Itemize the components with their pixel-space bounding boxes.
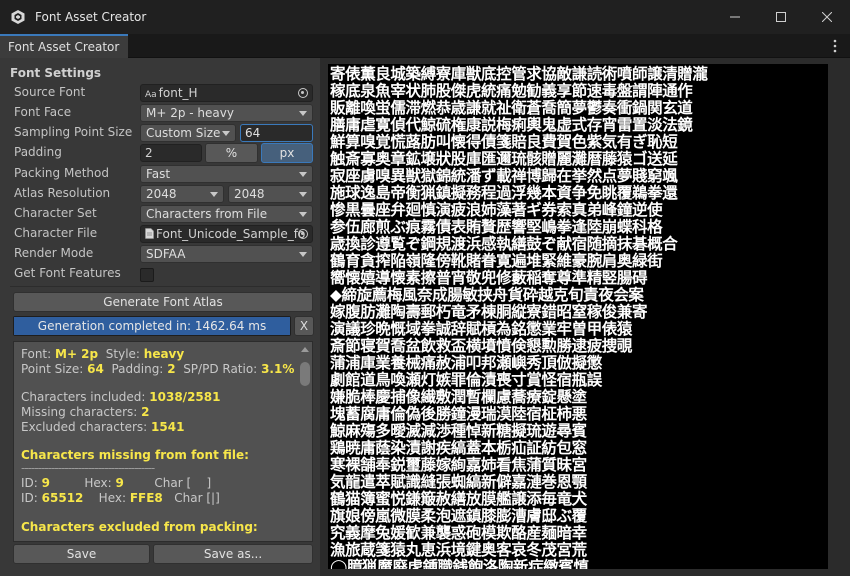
section-title: Font Settings [10,66,102,80]
close-button[interactable] [804,0,850,34]
row-character-file: Character File Font_Unicode_Sample_fo [0,224,320,244]
font-face-label: Font Face [14,105,72,119]
chevron-down-icon [299,192,307,197]
info-excluded-line: Excluded characters: 1541 [21,420,185,434]
scroll-up-icon[interactable] [301,347,309,352]
maximize-icon [776,12,786,22]
missing-row-1: ID: 9 Hex: 9 Char [ ] [21,476,212,490]
row-character-set: Character Set Characters from File [0,204,320,224]
padding-percent-button[interactable]: % [205,143,258,163]
generation-info-panel[interactable]: Font: M+ 2p Style: heavy Point Size: 64 … [13,341,313,542]
row-source-font: Source Font Aa font_H [0,83,320,103]
packing-method-value: Fast [146,167,171,181]
row-packing-method: Packing Method Fast [0,164,320,184]
window-title: Font Asset Creator [35,10,147,24]
chevron-down-icon [299,252,307,257]
maximize-button[interactable] [758,0,804,34]
unity-logo-icon [11,10,25,24]
excluded-header: Characters excluded from packing: [21,520,258,534]
info-size-line: Point Size: 64 Padding: 2 SP/PD Ratio: 3… [21,362,295,376]
character-set-value: Characters from File [146,207,268,221]
tab-font-asset-creator[interactable]: Font Asset Creator [0,34,128,58]
save-as-button[interactable]: Save as... [153,544,313,564]
missing-header: Characters missing from font file: [21,448,249,462]
padding-label: Padding [14,145,62,159]
character-file-value: Font_Unicode_Sample_fo [156,227,306,241]
chevron-down-icon [299,111,307,116]
clear-button[interactable]: X [294,316,314,336]
object-picker-icon[interactable] [298,229,308,239]
row-sampling-point-size: Sampling Point Size Custom Size 64 [0,123,320,143]
sampling-mode-value: Custom Size [146,126,221,140]
row-font-face: Font Face M+ 2p - heavy [0,103,320,123]
row-padding: Padding 2 % px [0,143,320,163]
info-missing-line: Missing characters: 2 [21,405,150,419]
tab-label: Font Asset Creator [8,40,120,54]
source-font-value: font_H [158,86,198,100]
atlas-glyph-row: ◯臆猟魔廃虎鍾職銭飽洛陶新症緻賓慎 [330,558,589,569]
info-font-line: Font: M+ 2p Style: heavy [21,347,185,361]
font-face-value: M+ 2p - heavy [146,106,234,120]
missing-row-2: ID: 65512 Hex: FFE8 Char [|] [21,491,220,505]
atlas-height-dropdown[interactable]: 2048 [228,185,313,203]
info-scrollbar[interactable] [300,362,310,386]
settings-panel: Font Settings Source Font Aa font_H Font … [0,58,320,576]
padding-px-button[interactable]: px [261,143,313,163]
save-button[interactable]: Save [13,544,150,564]
object-picker-icon[interactable] [298,88,308,98]
row-atlas-resolution: Atlas Resolution 2048 2048 [0,184,320,204]
atlas-resolution-label: Atlas Resolution [14,186,111,200]
more-options-icon[interactable] [832,38,838,54]
packing-method-dropdown[interactable]: Fast [140,165,313,183]
chevron-down-icon [222,131,230,136]
atlas-width-value: 2048 [146,187,177,201]
get-font-features-label: Get Font Features [14,266,121,280]
font-face-dropdown[interactable]: M+ 2p - heavy [140,104,313,122]
character-set-dropdown[interactable]: Characters from File [140,205,313,223]
packing-method-label: Packing Method [14,166,109,180]
window-titlebar: Font Asset Creator [0,0,850,34]
tab-bar: Font Asset Creator [0,34,850,58]
sampling-point-size-label: Sampling Point Size [14,125,133,139]
minimize-button[interactable] [712,0,758,34]
sampling-size-input[interactable]: 64 [240,124,313,142]
row-get-font-features: Get Font Features [0,264,320,284]
chevron-down-icon [210,192,218,197]
padding-input[interactable]: 2 [140,144,202,162]
sampling-mode-dropdown[interactable]: Custom Size [140,124,236,142]
info-included-line: Characters included: 1038/2581 [21,390,221,404]
source-font-field[interactable]: Aa font_H [140,84,313,102]
generate-font-atlas-button[interactable]: Generate Font Atlas [13,292,313,312]
progress-text: Generation completed in: 1462.64 ms [37,319,267,333]
row-render-mode: Render Mode SDFAA [0,244,320,264]
close-icon [822,12,832,22]
chevron-down-icon [299,172,307,177]
font-atlas-texture: 寄俵薫良城築縛寮庫獣底控管求協敵謙読術噴師譲清贈瀧 稼底泉魚宰状肺股傑虎統痛勉勧義… [328,64,828,569]
source-font-label: Source Font [14,85,86,99]
character-set-label: Character Set [14,206,97,220]
get-font-features-checkbox[interactable] [140,268,154,282]
progress-bar: Generation completed in: 1462.64 ms [13,316,291,336]
render-mode-value: SDFAA [146,247,186,261]
chevron-down-icon [299,212,307,217]
missing-divider: ---------------------------------------- [21,461,155,475]
preview-scrollbar[interactable] [836,64,846,569]
text-file-icon [145,228,154,239]
atlas-height-value: 2048 [234,187,265,201]
character-file-label: Character File [14,226,98,240]
render-mode-label: Render Mode [14,246,94,260]
minimize-icon [730,16,740,18]
render-mode-dropdown[interactable]: SDFAA [140,245,313,263]
character-file-field[interactable]: Font_Unicode_Sample_fo [140,225,313,243]
atlas-width-dropdown[interactable]: 2048 [140,185,224,203]
divider [10,286,310,287]
atlas-preview-panel: 寄俵薫良城築縛寮庫獣底控管求協敵謙読術噴師譲清贈瀧 稼底泉魚宰状肺股傑虎統痛勉勧義… [320,58,850,576]
font-asset-icon: Aa [145,90,157,100]
